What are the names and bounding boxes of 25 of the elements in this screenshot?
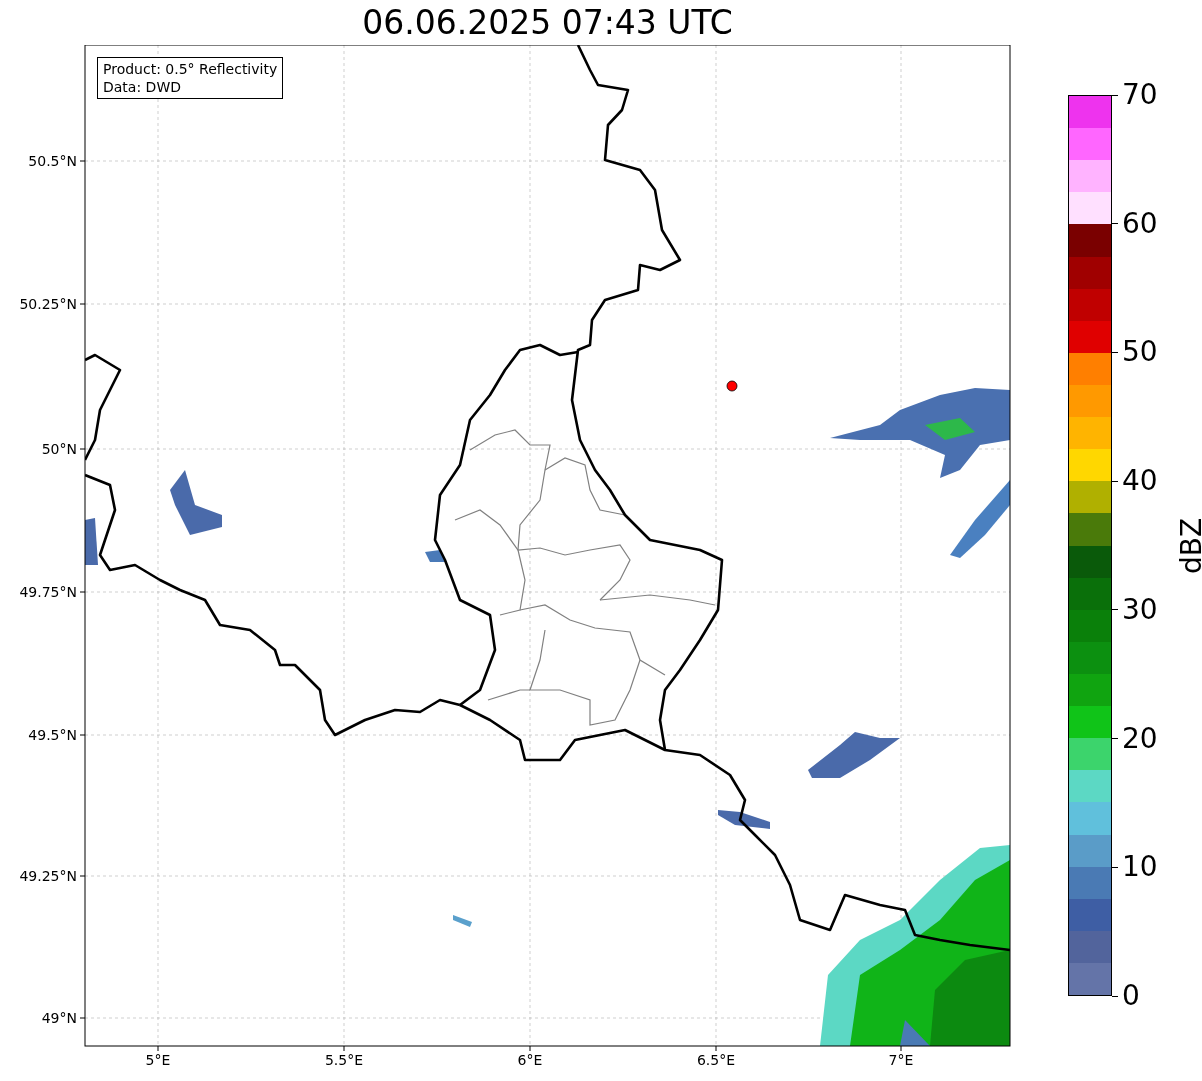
colorbar-tick-label: 20 [1122, 724, 1158, 753]
chart-title: 06.06.2025 07:43 UTC [362, 6, 733, 39]
axis-tick-label: 5.5°E [324, 1052, 364, 1068]
colorbar-tick-label: 50 [1122, 338, 1158, 367]
axis-tick-label: 6°E [517, 1052, 543, 1068]
axis-tick-label: 50°N [41, 441, 77, 457]
axis-tick-label: 49.5°N [28, 727, 77, 743]
info-text: Data: DWD [103, 78, 182, 96]
radar-site-marker [726, 380, 738, 392]
colorbar-tick-label: 0 [1122, 982, 1140, 1010]
axis-tick-label: 6.5°E [696, 1052, 736, 1068]
colorbar-tick-label: 60 [1122, 209, 1158, 238]
axis-tick-label: 50.25°N [19, 296, 77, 312]
axis-tick-label: 5°E [145, 1052, 171, 1068]
axis-tick-label: 49°N [41, 1010, 77, 1026]
colorbar-tick-label: 70 [1122, 81, 1158, 109]
axis-tick-label: 50.5°N [28, 153, 77, 169]
colorbar-tick-label: 40 [1122, 467, 1158, 496]
axis-tick-label: 49.25°N [19, 868, 77, 884]
colorbar-label: dBZ [1178, 517, 1202, 574]
axis-tick-label: 7°E [888, 1052, 914, 1068]
colorbar-tick-label: 30 [1122, 595, 1158, 624]
info-text: Product: 0.5° Reflectivity [103, 60, 278, 78]
colorbar-tick-label: 10 [1122, 853, 1158, 882]
axis-tick-label: 49.75°N [19, 584, 77, 600]
